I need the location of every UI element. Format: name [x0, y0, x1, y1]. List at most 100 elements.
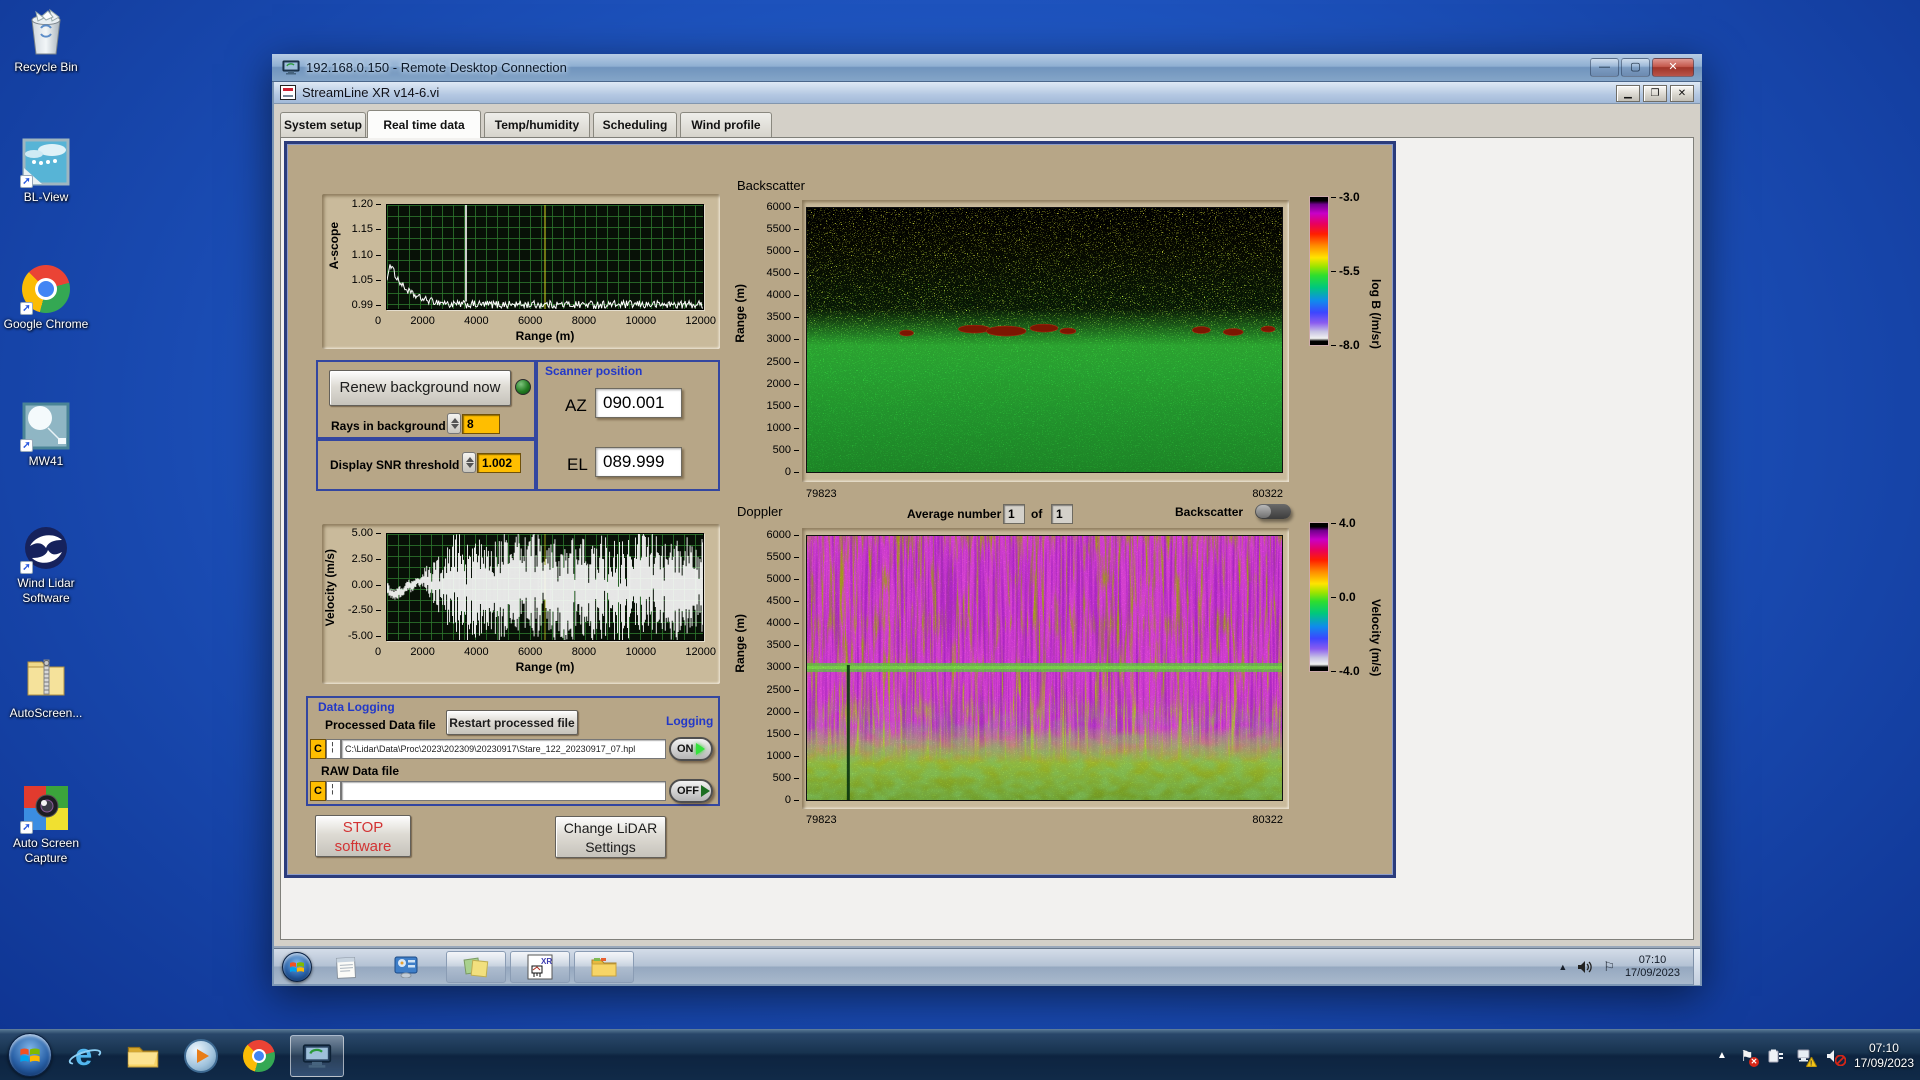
processed-logging-on-button[interactable]: ON: [669, 737, 713, 761]
sticky-notes-icon: [463, 955, 489, 979]
app-client-area: System setup Real time data Temp/humidit…: [274, 104, 1700, 946]
network-warning-icon: !: [1806, 1057, 1817, 1067]
scanner-position-box: Scanner position AZ 090.001 EL 089.999: [536, 360, 720, 491]
rdp-minimize-button[interactable]: —: [1590, 58, 1619, 77]
remote-action-center-icon[interactable]: ⚐: [1603, 959, 1615, 975]
change-lidar-settings-button[interactable]: Change LiDARSettings: [555, 816, 666, 858]
backscatter-colorbar: [1309, 196, 1329, 346]
remote-start-button[interactable]: [282, 952, 312, 982]
start-button[interactable]: [8, 1033, 52, 1077]
rdp-maximize-button[interactable]: ▢: [1621, 58, 1650, 77]
svg-text:!: !: [1810, 1060, 1812, 1067]
path-browse-icon[interactable]: [326, 781, 341, 801]
backscatter-heatmap: [806, 207, 1283, 473]
taskbar-internet-explorer[interactable]: e: [62, 1035, 108, 1077]
path-browse-icon[interactable]: [326, 739, 341, 759]
processed-data-file-label: Processed Data file: [325, 718, 436, 732]
on-led-icon: [696, 743, 705, 755]
tab-system-setup[interactable]: System setup: [280, 112, 366, 137]
system-tray: ▲ ⚑✕ ! 07:1017/09/2: [1717, 1030, 1914, 1080]
app-titlebar[interactable]: StreamLine XR v14-6.vi ▁ ❐ ✕: [274, 82, 1700, 104]
remote-show-desktop-button[interactable]: [1693, 949, 1700, 985]
drive-letter-box[interactable]: C: [310, 739, 326, 759]
desktop-icon-google-chrome[interactable]: ➚ Google Chrome: [0, 265, 92, 332]
zip-folder-icon: [22, 654, 70, 702]
desktop-icon-wind-lidar[interactable]: ➚ Wind Lidar Software: [0, 524, 92, 606]
backscatter-toggle[interactable]: [1255, 504, 1291, 519]
taskbar-clock[interactable]: 07:1017/09/2023: [1854, 1041, 1914, 1071]
desktop-icon-label: Recycle Bin: [0, 60, 92, 75]
renew-background-button[interactable]: Renew background now: [329, 370, 511, 406]
off-led-icon: [701, 785, 710, 797]
app-restore-button[interactable]: ❐: [1643, 85, 1667, 102]
doppler-frame: [802, 528, 1289, 809]
snr-threshold-box: Display SNR threshold 1.002: [316, 439, 536, 491]
remote-taskbar-notepad[interactable]: [332, 954, 360, 980]
tray-expand-icon[interactable]: ▲: [1717, 1050, 1727, 1061]
rdp-window-title: 192.168.0.150 - Remote Desktop Connectio…: [306, 60, 567, 75]
tab-real-time-data[interactable]: Real time data: [367, 110, 481, 138]
desktop-icon-recycle-bin[interactable]: Recycle Bin: [0, 8, 92, 75]
stop-software-button[interactable]: STOPsoftware: [315, 815, 411, 857]
rdp-close-button[interactable]: ✕: [1652, 58, 1694, 77]
shortcut-arrow-icon: ➚: [20, 302, 33, 315]
control-panel-icon: [394, 956, 418, 978]
volume-muted-icon[interactable]: [1825, 1047, 1843, 1065]
streamline-app-window: StreamLine XR v14-6.vi ▁ ❐ ✕ System setu…: [274, 82, 1700, 946]
snr-spinner[interactable]: [462, 452, 476, 473]
desktop-icon-bl-view[interactable]: ➚ BL-View: [0, 138, 92, 205]
average-number-label: Average number: [907, 507, 1001, 521]
raw-path-row: C: [310, 781, 666, 801]
snr-threshold-label: Display SNR threshold: [330, 458, 459, 472]
remote-taskbar-settings[interactable]: [392, 954, 420, 980]
average-total-field[interactable]: 1: [1051, 504, 1073, 524]
remote-clock[interactable]: 07:1017/09/2023: [1625, 954, 1680, 980]
desktop-icon-label: MW41: [0, 454, 92, 469]
shortcut-arrow-icon: ➚: [20, 439, 33, 452]
processed-path-field[interactable]: C:\Lidar\Data\Proc\2023\202309\20230917\…: [341, 739, 666, 759]
remote-taskbar-explorer[interactable]: [574, 951, 634, 983]
rays-value-field[interactable]: 8: [462, 414, 500, 434]
tab-temp-humidity[interactable]: Temp/humidity: [484, 112, 590, 137]
rays-in-background-label: Rays in background: [331, 419, 446, 433]
raw-logging-off-button[interactable]: OFF: [669, 779, 713, 803]
rdp-titlebar[interactable]: 192.168.0.150 - Remote Desktop Connectio…: [272, 54, 1702, 82]
taskbar-media-player[interactable]: [178, 1035, 224, 1077]
folder-icon: [126, 1042, 160, 1070]
network-icon[interactable]: !: [1796, 1047, 1814, 1065]
power-icon[interactable]: [1767, 1047, 1785, 1065]
scanner-position-title: Scanner position: [545, 364, 642, 378]
front-panel: A-scope 1.201.151.101.050.99 02000400060…: [284, 141, 1396, 878]
average-number-field[interactable]: 1: [1003, 504, 1025, 524]
remote-taskbar-streamline-xr[interactable]: XR: [510, 951, 570, 983]
desktop-icon-auto-screen-capture[interactable]: ➚ Auto Screen Capture: [0, 784, 92, 866]
doppler-x-ticks: 7982380322: [806, 814, 1283, 826]
taskbar-remote-desktop-active[interactable]: [290, 1035, 344, 1077]
desktop-icon-label: Google Chrome: [0, 317, 92, 332]
rays-spinner[interactable]: [447, 413, 461, 434]
shortcut-arrow-icon: ➚: [20, 561, 33, 574]
desktop-icon-autoscreen-zip[interactable]: AutoScreen...: [0, 654, 92, 721]
labview-vi-icon: [280, 85, 296, 100]
tab-page-real-time-data: A-scope 1.201.151.101.050.99 02000400060…: [280, 137, 1694, 940]
taskbar-windows-explorer[interactable]: [120, 1035, 166, 1077]
restart-processed-file-button[interactable]: Restart processed file: [446, 710, 578, 735]
data-logging-title: Data Logging: [318, 700, 395, 714]
desktop-icon-mw41[interactable]: ➚ MW41: [0, 402, 92, 469]
raw-data-file-label: RAW Data file: [321, 764, 399, 778]
tab-scheduling[interactable]: Scheduling: [593, 112, 677, 137]
tab-wind-profile[interactable]: Wind profile: [680, 112, 772, 137]
action-center-icon[interactable]: ⚑✕: [1738, 1047, 1756, 1065]
app-window-title: StreamLine XR v14-6.vi: [302, 85, 439, 100]
remote-taskbar-sticky-notes[interactable]: [446, 951, 506, 983]
raw-path-field[interactable]: [341, 781, 666, 801]
snr-value-field[interactable]: 1.002: [477, 453, 521, 473]
app-minimize-button[interactable]: ▁: [1616, 85, 1640, 102]
remote-tray-expand-icon[interactable]: ▲: [1558, 962, 1567, 972]
ascope-x-axis-label: Range (m): [386, 329, 704, 343]
taskbar-chrome[interactable]: [236, 1035, 282, 1077]
drive-letter-box[interactable]: C: [310, 781, 326, 801]
remote-volume-icon[interactable]: [1577, 960, 1593, 974]
app-close-button[interactable]: ✕: [1670, 85, 1694, 102]
ascope-x-ticks: 020004000600080001000012000: [375, 315, 716, 327]
